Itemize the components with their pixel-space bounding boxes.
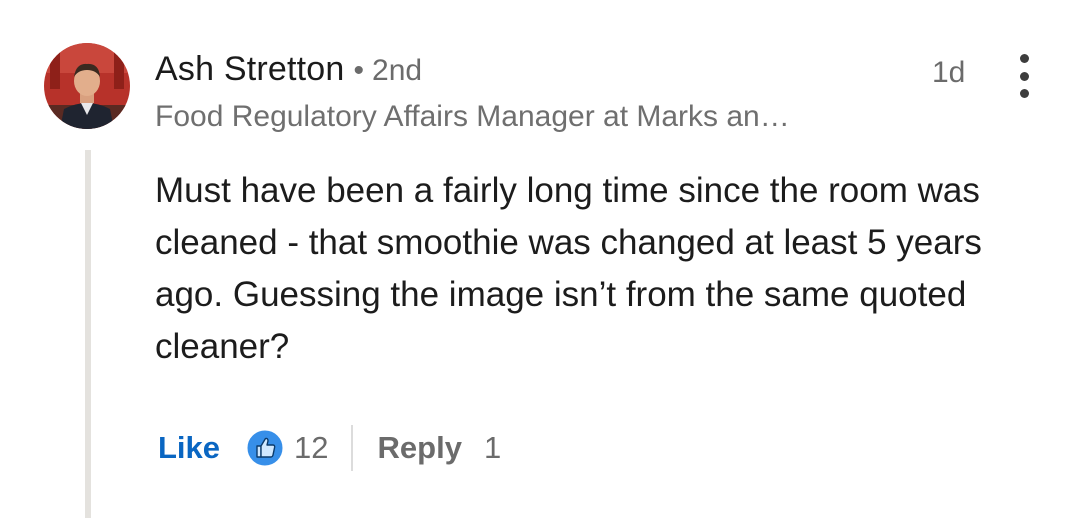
connection-degree: 2nd <box>372 54 423 87</box>
author-avatar[interactable] <box>44 43 130 129</box>
reply-count[interactable]: 1 <box>484 430 501 466</box>
vertical-ellipsis-icon <box>1019 54 1029 63</box>
thumbs-up-icon[interactable] <box>246 429 284 467</box>
reply-button[interactable]: Reply <box>378 430 462 466</box>
degree-separator: • <box>353 54 365 87</box>
avatar-photo <box>44 43 130 129</box>
more-options-button[interactable] <box>1010 54 1038 98</box>
comment-actions: Like 12 Reply 1 <box>158 420 501 476</box>
like-count[interactable]: 12 <box>294 430 328 466</box>
like-button[interactable]: Like <box>158 430 220 466</box>
actions-divider <box>350 425 353 471</box>
author-headline[interactable]: Food Regulatory Affairs Manager at Marks… <box>155 100 790 134</box>
author-header: Ash Stretton • 2nd <box>155 50 422 94</box>
thread-line <box>85 150 91 518</box>
comment-card: Ash Stretton • 2nd Food Regulatory Affai… <box>0 0 1080 518</box>
comment-text: Must have been a fairly long time since … <box>155 171 982 366</box>
author-name[interactable]: Ash Stretton <box>155 50 345 89</box>
comment-timestamp: 1d <box>932 56 966 89</box>
